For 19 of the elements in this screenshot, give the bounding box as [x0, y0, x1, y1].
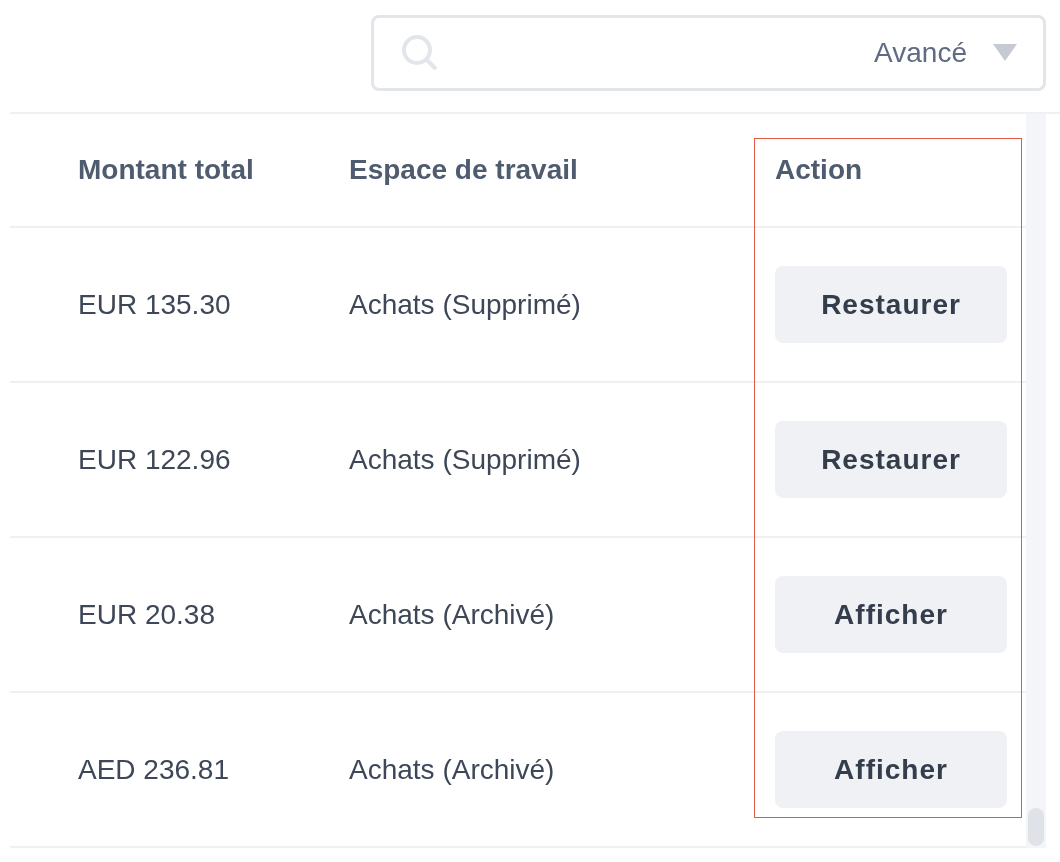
- column-header: Action: [775, 153, 863, 187]
- table-cell-text: AED 236.81: [77, 752, 230, 787]
- column-header: Montant total: [77, 153, 255, 187]
- row-action-button[interactable]: Afficher: [775, 576, 1007, 653]
- table-cell-text: Achats (Archivé): [349, 597, 556, 632]
- table-cell-text: Achats (Supprimé): [349, 442, 582, 477]
- table-cell-text: EUR 20.38: [77, 597, 216, 632]
- row-action-button[interactable]: Restaurer: [775, 421, 1007, 498]
- table-cell-text: EUR 122.96: [77, 442, 232, 477]
- table-cell-text: Achats (Supprimé): [349, 287, 582, 322]
- column-header: Espace de travail: [349, 153, 579, 187]
- search-icon: [400, 33, 440, 73]
- filter-label[interactable]: Avancé: [874, 32, 967, 74]
- caret-icon: [993, 44, 1017, 62]
- table-cell-text: EUR 135.30: [77, 287, 232, 322]
- row-action-button[interactable]: Afficher: [775, 731, 1007, 808]
- table-cell-text: Achats (Archivé): [349, 752, 556, 787]
- search-field[interactable]: Avancé: [371, 15, 1046, 91]
- row-action-button[interactable]: Restaurer: [775, 266, 1007, 343]
